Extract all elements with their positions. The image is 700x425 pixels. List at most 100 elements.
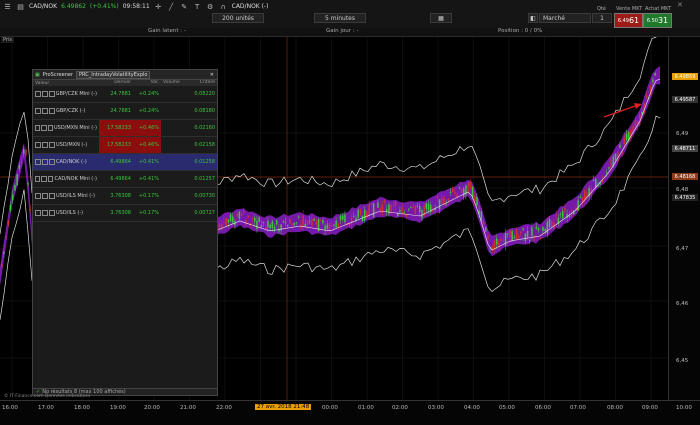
- settings-icon[interactable]: ⚙: [206, 2, 215, 11]
- candle-body: [537, 228, 540, 231]
- candle-body: [245, 219, 247, 225]
- candle-body: [500, 238, 502, 242]
- candle-body: [454, 192, 456, 194]
- candle-body: [562, 211, 564, 218]
- row-name: CAD/NOK (-): [56, 159, 87, 165]
- info-icon[interactable]: [48, 91, 55, 97]
- chart-icon[interactable]: [35, 125, 41, 131]
- time-tick-label: 20:00: [144, 405, 160, 411]
- instrument-name[interactable]: CAD/NOK: [29, 3, 57, 10]
- row-var: +0.17%: [138, 210, 159, 216]
- alert-icon[interactable]: [42, 108, 48, 114]
- chart-icon[interactable]: [35, 91, 41, 97]
- chart-icon[interactable]: [35, 159, 41, 165]
- column-header[interactable]: Valeur: [33, 80, 99, 86]
- sell-price-small: 6.49: [617, 17, 629, 24]
- candle-body: [592, 180, 595, 182]
- row-var: +0.24%: [138, 91, 159, 97]
- price-tick-label: 6,48: [676, 187, 689, 193]
- text-icon[interactable]: T: [193, 2, 202, 11]
- instrument-selector[interactable]: CAD/NOK (-): [232, 3, 269, 10]
- time-tick-label: 22:00: [216, 405, 232, 411]
- candle-body: [342, 215, 344, 220]
- screener-row[interactable]: CAD/NOK Mini (-) 6.49864 +0.41% 0.01257: [33, 171, 217, 188]
- info-icon[interactable]: [47, 125, 53, 131]
- screener-row[interactable]: USD/ILS Mini (-) 3.76308 +0.17% 0.00730: [33, 188, 217, 205]
- row-var: +0.17%: [138, 193, 159, 199]
- info-icon[interactable]: [49, 159, 55, 165]
- info-icon[interactable]: [49, 193, 55, 199]
- qty-input[interactable]: 1: [592, 13, 612, 23]
- row-name-cell: USD/MXN (-): [33, 142, 99, 148]
- data-source-note: © IT-Finance.com Données indicatives: [4, 394, 91, 399]
- sell-button[interactable]: 6.49 61: [614, 13, 643, 28]
- units-select[interactable]: 200 unités: [212, 13, 264, 23]
- menu-icon[interactable]: ☰: [3, 2, 12, 11]
- alert-icon[interactable]: [42, 210, 48, 216]
- candle-body: [394, 201, 397, 207]
- order-type-select[interactable]: Marché: [539, 13, 591, 23]
- chart-icon[interactable]: [35, 108, 41, 114]
- screener-row[interactable]: USD/MXN Mini (-) 17.58233 +0.46% 0.02160: [33, 120, 217, 137]
- candle-body: [247, 215, 249, 218]
- candle-body: [458, 187, 461, 189]
- candle-body: [610, 159, 612, 168]
- chart-style-button[interactable]: ▦: [430, 13, 452, 23]
- info-icon[interactable]: [47, 176, 54, 182]
- candle-body: [348, 223, 351, 226]
- volatility-band: [0, 143, 32, 287]
- candle-body: [581, 196, 584, 202]
- candle-body: [14, 185, 16, 191]
- gain-latent: Gain latent : -: [148, 28, 186, 34]
- candle-body: [322, 220, 324, 224]
- price-axis[interactable]: 6,49 6,48 6,47 6,46 6,45 6.49859 6.49587 6.4871…: [668, 37, 700, 400]
- candle-body: [584, 190, 586, 200]
- close-icon[interactable]: ✕: [677, 1, 683, 9]
- line-icon[interactable]: ╱: [167, 2, 176, 11]
- info-icon[interactable]: [49, 142, 55, 148]
- top-toolbar: ☰ ▤ CAD/NOK 6.49862 (+0.41%) 09:58:11 ✛ …: [0, 0, 700, 29]
- candle-body: [236, 213, 238, 217]
- buy-button[interactable]: 6.50 31: [643, 13, 672, 28]
- candle-body: [344, 214, 346, 223]
- alert-icon[interactable]: [42, 193, 48, 199]
- candle-body: [298, 216, 300, 218]
- chart-icon[interactable]: [35, 193, 41, 199]
- magnet-icon[interactable]: ∩: [219, 2, 228, 11]
- screen-select[interactable]: PRC_IntradayVolatilityExplo: [76, 70, 151, 79]
- candle-body: [353, 216, 355, 218]
- chart-icon[interactable]: ▤: [16, 2, 25, 11]
- panel-close-icon[interactable]: ✕: [210, 72, 217, 78]
- pen-icon[interactable]: ✎: [180, 2, 189, 11]
- screener-row[interactable]: GBP/CZK (-) 24.7881 +0.24% 0.08180: [33, 103, 217, 120]
- candle-body: [260, 225, 263, 228]
- chart-icon[interactable]: [35, 142, 41, 148]
- alert-icon[interactable]: [41, 91, 48, 97]
- interval-select[interactable]: 5 minutes: [314, 13, 366, 23]
- candle-body: [337, 223, 340, 228]
- alert-icon[interactable]: [42, 142, 48, 148]
- alert-icon[interactable]: [42, 159, 48, 165]
- candle-body: [436, 196, 439, 199]
- screener-row[interactable]: USD/MXN (-) 17.58233 +0.46% 0.02158: [33, 137, 217, 154]
- candle-body: [546, 221, 549, 234]
- chart-icon[interactable]: [35, 210, 41, 216]
- screener-row[interactable]: CAD/NOK (-) 6.49864 +0.41% 0.01258: [33, 154, 217, 171]
- screener-row[interactable]: GBP/CZK Mini (-) 24.7881 +0.24% 0.08220: [33, 86, 217, 103]
- candle-body: [243, 211, 245, 213]
- row-var: +0.41%: [138, 159, 159, 165]
- order-icon[interactable]: ◧: [528, 13, 538, 23]
- info-icon[interactable]: [49, 210, 55, 216]
- row-name-cell: CAD/NOK (-): [33, 159, 99, 165]
- info-icon[interactable]: [49, 108, 55, 114]
- screener-row[interactable]: USD/ILS (-) 3.76308 +0.17% 0.00727: [33, 205, 217, 222]
- candle-body: [507, 233, 509, 235]
- row-last: 3.76308: [110, 193, 131, 199]
- cursor-icon[interactable]: ✛: [154, 2, 163, 11]
- alert-icon[interactable]: [41, 176, 47, 182]
- alert-icon[interactable]: [41, 125, 47, 131]
- candle-body: [262, 222, 265, 224]
- time-axis[interactable]: 27 avr. 2018 21:48 16:00 17:00 18:00 19:00 2…: [0, 400, 700, 425]
- sell-label: Vente MKT: [616, 6, 643, 12]
- chart-icon[interactable]: [35, 176, 41, 182]
